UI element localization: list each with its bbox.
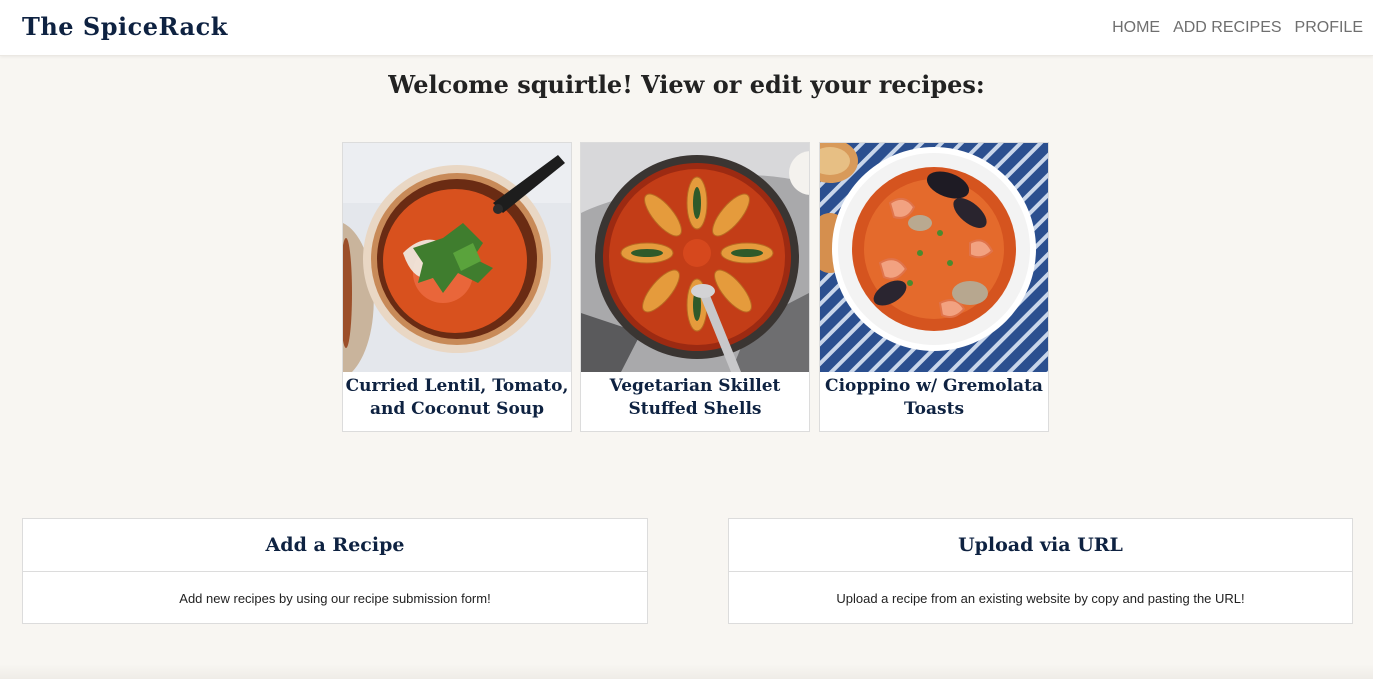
nav-profile-link[interactable]: PROFILE <box>1295 19 1363 37</box>
add-recipe-description: Add new recipes by using our recipe subm… <box>179 590 491 606</box>
nav-links: HOME ADD RECIPES PROFILE <box>1112 19 1363 37</box>
cioppino-photo[interactable] <box>820 143 1048 372</box>
add-recipe-title[interactable]: Add a Recipe <box>23 519 647 572</box>
recipe-title: Curried Lentil, Tomato, and Coconut Soup <box>345 376 569 419</box>
nav-add-recipes-link[interactable]: ADD RECIPES <box>1173 19 1281 37</box>
lentil-soup-photo[interactable] <box>343 143 571 372</box>
welcome-heading: Welcome squirtle! View or edit your reci… <box>388 70 985 99</box>
brand-logo[interactable]: The SpiceRack <box>22 12 228 41</box>
recipe-card-cioppino[interactable]: Cioppino w/ Gremolata Toasts <box>819 142 1049 432</box>
top-navbar: The SpiceRack HOME ADD RECIPES PROFILE <box>0 0 1373 56</box>
upload-url-title[interactable]: Upload via URL <box>729 519 1352 572</box>
add-recipe-card[interactable]: Add a Recipe Add new recipes by using ou… <box>22 518 648 624</box>
stuffed-shells-photo[interactable] <box>581 143 809 372</box>
nav-home-link[interactable]: HOME <box>1112 19 1160 37</box>
recipe-card-stuffed-shells[interactable]: Vegetarian Skillet Stuffed Shells <box>580 142 810 432</box>
footer-edge <box>0 664 1373 679</box>
recipe-title: Vegetarian Skillet Stuffed Shells <box>609 376 781 419</box>
upload-url-card[interactable]: Upload via URL Upload a recipe from an e… <box>728 518 1353 624</box>
recipe-title: Cioppino w/ Gremolata Toasts <box>825 376 1043 419</box>
recipe-card-lentil-soup[interactable]: Curried Lentil, Tomato, and Coconut Soup <box>342 142 572 432</box>
upload-url-description: Upload a recipe from an existing website… <box>836 590 1245 606</box>
